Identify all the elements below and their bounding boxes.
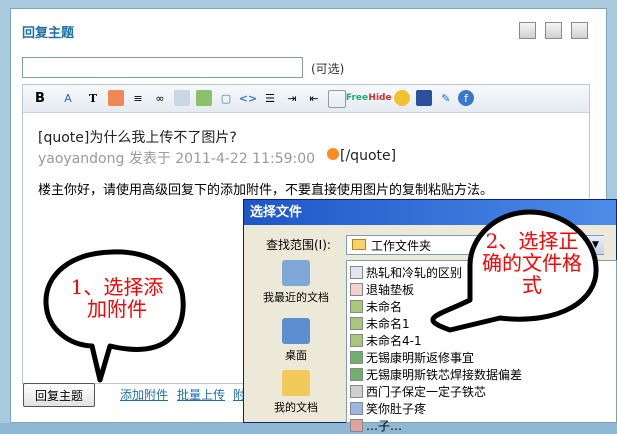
right-callout-text: 2、选择正确的文件格式 [482, 229, 582, 297]
left-callout-text: 1、选择添加附件 [70, 275, 164, 321]
callout-bubbles [43, 209, 599, 383]
